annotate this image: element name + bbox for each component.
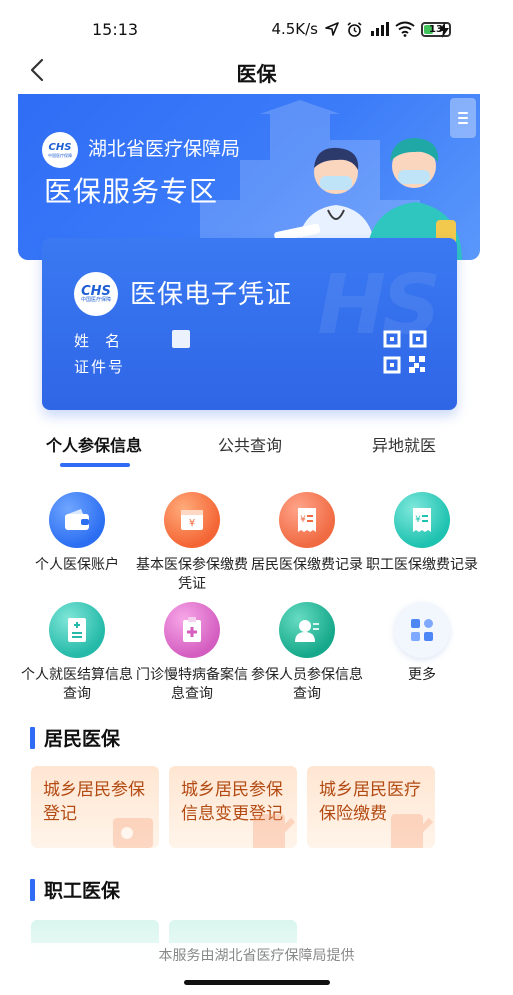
status-time: 15:13: [92, 20, 139, 39]
tab-public-query[interactable]: 公共查询: [218, 432, 282, 456]
banner-menu-button[interactable]: [450, 98, 476, 138]
banner-title: 医保服务专区: [44, 175, 219, 208]
payment-record-icon: ¥: [279, 492, 335, 548]
settlement-doc-icon: [49, 602, 105, 658]
resident-card-registration[interactable]: 城乡居民参保登记: [31, 766, 159, 848]
service-personal-account[interactable]: 个人医保账户: [17, 492, 137, 575]
service-chronic-disease-query[interactable]: 门诊慢特病备案信息查询: [132, 602, 252, 704]
cert-title: 医保电子凭证: [130, 280, 293, 310]
service-payment-certificate[interactable]: ¥ 基本医保参保缴费凭证: [132, 492, 252, 594]
network-speed: 4.5K/s: [271, 20, 318, 38]
tab-offsite-medical[interactable]: 异地就医: [372, 432, 436, 456]
footer-note: 本服务由湖北省医疗保障局提供: [0, 943, 513, 969]
chs-logo: CHS 中国医疗保障: [74, 272, 118, 316]
e-cert-card[interactable]: HS CHS 中国医疗保障 医保电子凭证 姓名 证件号: [42, 238, 457, 410]
qr-code-icon[interactable]: [383, 330, 427, 374]
clipboard-cross-icon: [164, 602, 220, 658]
service-label: 居民医保缴费记录: [251, 557, 363, 573]
wallet-icon: [49, 492, 105, 548]
receipt-icon: ¥: [164, 492, 220, 548]
banner-org: 湖北省医疗保障局: [88, 138, 241, 160]
service-label: 个人就医结算信息查询: [21, 667, 133, 702]
service-label: 门诊慢特病备案信息查询: [136, 667, 248, 702]
resident-card-info-change[interactable]: 城乡居民参保信息变更登记: [169, 766, 297, 848]
banner: CHS 中国医疗保障 湖北省医疗保障局 医保服务专区: [18, 94, 480, 260]
home-indicator[interactable]: [184, 980, 330, 985]
card-decoration-icon: [113, 818, 153, 848]
tab-personal-insurance[interactable]: 个人参保信息: [46, 432, 142, 456]
service-resident-payment-record[interactable]: ¥ 居民医保缴费记录: [247, 492, 367, 575]
service-worker-payment-record[interactable]: ¥ 职工医保缴费记录: [362, 492, 482, 575]
service-label: 职工医保缴费记录: [366, 557, 478, 573]
battery-level: 13: [429, 23, 443, 35]
service-settlement-query[interactable]: 个人就医结算信息查询: [17, 602, 137, 704]
service-label: 个人医保账户: [35, 557, 119, 573]
signal-icon: [371, 22, 389, 36]
more-grid-icon: [394, 602, 450, 658]
section-header-resident: 居民医保: [30, 724, 120, 751]
logo-subtext: 中国医疗保障: [48, 152, 72, 158]
nav-bar: 医保: [0, 48, 513, 92]
payment-record-icon: ¥: [394, 492, 450, 548]
service-insured-info-query[interactable]: 参保人员参保信息查询: [247, 602, 367, 704]
service-label: 更多: [408, 667, 436, 683]
location-arrow-icon: [325, 22, 339, 36]
logo-text: CHS: [48, 141, 72, 153]
name-label: 姓名: [74, 332, 137, 350]
logo-subtext: 中国医疗保障: [80, 297, 111, 303]
page-title: 医保: [236, 62, 277, 86]
card-decoration-icon: [391, 814, 434, 848]
status-indicators: 4.5K/s 13: [271, 20, 451, 38]
svg-text:¥: ¥: [415, 515, 421, 525]
chs-logo: CHS 中国医疗保障: [42, 132, 78, 168]
status-bar: 15:13 4.5K/s 13: [0, 0, 513, 44]
resident-card-insurance-payment[interactable]: 城乡居民医疗保险缴费: [307, 766, 435, 848]
tab-bar: 个人参保信息 公共查询 异地就医: [0, 424, 513, 474]
section-header-worker: 职工医保: [30, 876, 120, 903]
person-info-icon: [279, 602, 335, 658]
service-label: 参保人员参保信息查询: [251, 667, 363, 702]
card-decoration-icon: [253, 814, 296, 848]
menu-line: [458, 122, 468, 124]
svg-text:¥: ¥: [189, 518, 195, 529]
wifi-icon: [395, 21, 415, 37]
service-more[interactable]: 更多: [362, 602, 482, 685]
service-label: 基本医保参保缴费凭证: [136, 557, 248, 592]
svg-text:¥: ¥: [300, 515, 306, 525]
menu-line: [458, 117, 468, 119]
name-value-masked: [172, 330, 190, 348]
menu-line: [458, 112, 468, 114]
active-tab-indicator: [60, 463, 130, 467]
id-label: 证件号: [74, 358, 126, 376]
alarm-icon: [347, 21, 362, 37]
